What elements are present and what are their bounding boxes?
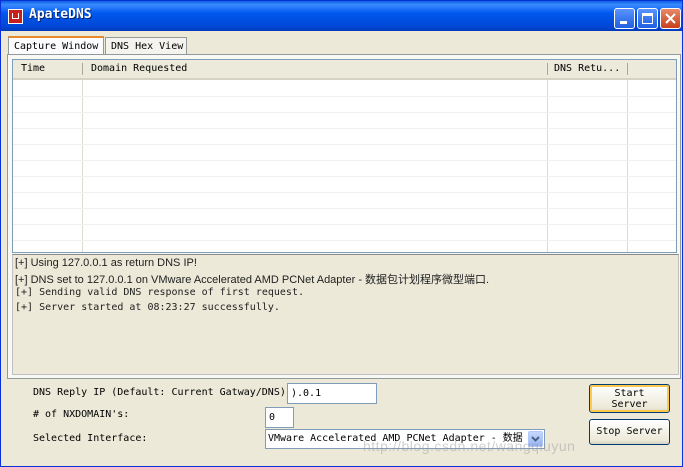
- list-header: Time Domain Requested DNS Retu...: [13, 60, 676, 80]
- tab-capture-window[interactable]: Capture Window: [8, 36, 104, 56]
- dns-request-list[interactable]: Time Domain Requested DNS Retu...: [12, 59, 677, 253]
- title-bar[interactable]: ApateDNS: [1, 1, 682, 31]
- reply-ip-label: DNS Reply IP (Default: Current Gatway/DN…: [33, 387, 292, 398]
- log-output[interactable]: [+] Using 127.0.0.1 as return DNS IP! [+…: [12, 254, 679, 375]
- start-server-label-line1: Start: [614, 388, 645, 399]
- watermark-text: http://blog.csdn.net/wangqiuyun: [363, 438, 576, 454]
- nxdomain-input[interactable]: 0: [265, 407, 294, 428]
- capture-panel: Time Domain Requested DNS Retu... [+] Us…: [7, 54, 681, 379]
- tab-dns-hex-view[interactable]: DNS Hex View: [105, 37, 187, 55]
- maximize-button[interactable]: [637, 8, 658, 29]
- log-line: [+] Sending valid DNS response of first …: [15, 287, 304, 298]
- close-icon: [665, 13, 676, 24]
- app-icon: [8, 9, 23, 24]
- minimize-icon: [620, 21, 627, 24]
- start-server-button[interactable]: Start Server: [589, 384, 670, 413]
- column-header-domain[interactable]: Domain Requested: [91, 63, 187, 74]
- window-title: ApateDNS: [29, 7, 92, 22]
- start-server-label-line2: Server: [611, 399, 648, 410]
- minimize-button[interactable]: [614, 8, 635, 29]
- log-line: [+] DNS set to 127.0.0.1 on VMware Accel…: [15, 274, 490, 286]
- close-button[interactable]: [660, 8, 681, 29]
- nxdomain-label: # of NXDOMAIN's:: [33, 409, 130, 420]
- log-line: [+] Using 127.0.0.1 as return DNS IP!: [15, 257, 197, 269]
- column-header-time[interactable]: Time: [21, 63, 45, 74]
- app-window: ApateDNS Capture Window DNS Hex View Tim…: [0, 0, 683, 467]
- column-header-dns-return[interactable]: DNS Retu...: [554, 63, 620, 74]
- maximize-icon: [642, 13, 653, 24]
- log-line: [+] Server started at 08:23:27 successfu…: [15, 302, 280, 313]
- reply-ip-input[interactable]: ).0.1: [287, 383, 377, 404]
- interface-label: Selected Interface:: [33, 433, 148, 444]
- stop-server-button[interactable]: Stop Server: [589, 419, 670, 445]
